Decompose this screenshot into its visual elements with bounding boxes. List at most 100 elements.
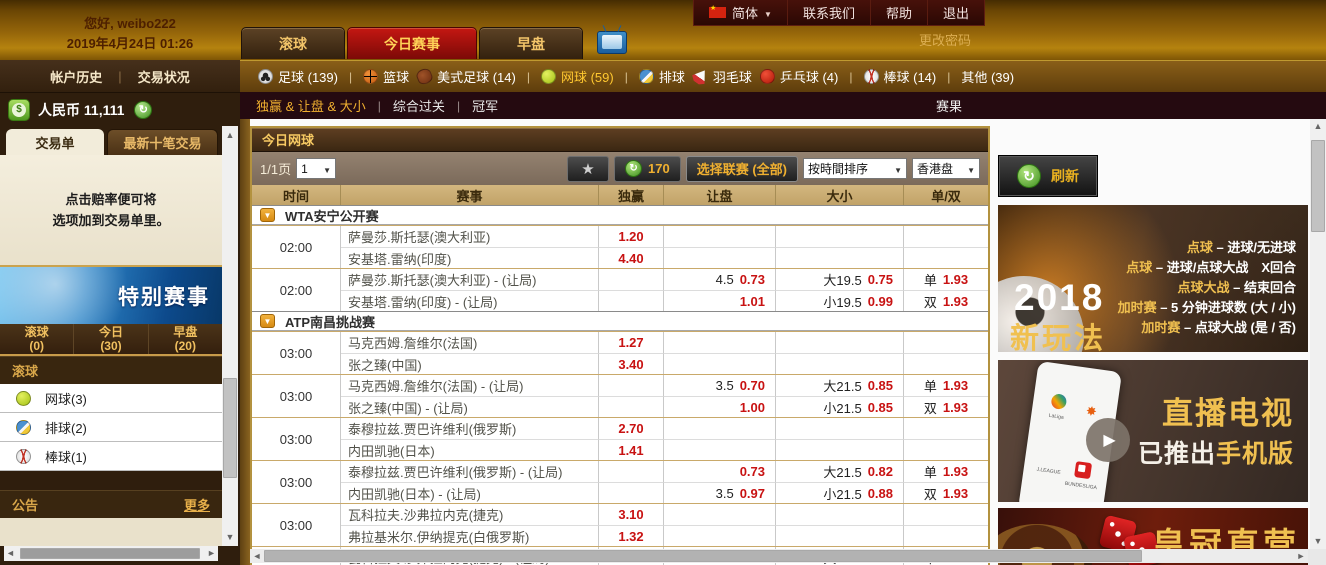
odds-oddeven[interactable]: 双1.93 (904, 396, 988, 417)
sportsnav-item-other[interactable]: 其他 (39) (961, 67, 1014, 86)
odds-moneyline[interactable]: 3.10 (599, 504, 664, 525)
favorites-button[interactable] (567, 156, 609, 182)
page-select[interactable]: 1 (296, 158, 336, 179)
odds-points: 大21.5 (823, 376, 861, 395)
results-link[interactable]: 赛果 (936, 96, 962, 115)
odds-moneyline[interactable]: 1.20 (599, 226, 664, 247)
subnav-parlay[interactable]: 综合过关 (393, 96, 445, 115)
odds-oddeven[interactable]: 单1.93 (904, 375, 988, 396)
sportsnav-item-volleyball[interactable]: 排球 (639, 67, 685, 86)
sportsnav-item-pingpong[interactable]: 乒乓球 (4) (760, 67, 839, 86)
sidebar-count-tab-今日[interactable]: 今日(30) (74, 324, 148, 354)
refresh-button[interactable]: 刷新 (998, 155, 1098, 197)
tab-today[interactable]: 今日赛事 (347, 27, 477, 59)
odds-moneyline[interactable]: 1.27 (599, 332, 664, 353)
sidebar-sport-item[interactable]: 排球(2) (0, 413, 222, 442)
tab-betslip[interactable]: 交易单 (6, 129, 104, 155)
odds-handicap[interactable]: 3.50.97 (664, 482, 776, 503)
sidebar-count-tab-滚球[interactable]: 滚球(0) (0, 324, 74, 354)
odds-moneyline[interactable]: 1.41 (599, 439, 664, 460)
sidebar-horizontal-scrollbar-thumb[interactable] (20, 548, 200, 559)
tab-recent-bets[interactable]: 最新十笔交易 (107, 129, 218, 155)
scroll-right-arrow[interactable]: ► (205, 546, 218, 561)
sidebar-vertical-scrollbar-thumb[interactable] (223, 378, 237, 478)
trade-status-link[interactable]: 交易状况 (138, 67, 190, 86)
sportsnav-item-baseball[interactable]: 棒球 (14) (864, 67, 937, 86)
scroll-down-arrow[interactable]: ▼ (1310, 533, 1326, 549)
odds-value: 1.93 (943, 294, 968, 309)
odds-total[interactable]: 小19.50.99 (776, 290, 904, 311)
collapse-icon[interactable]: ▼ (260, 314, 275, 328)
scroll-left-arrow[interactable]: ◄ (4, 546, 17, 561)
sportsnav-item-amfootball[interactable]: 美式足球 (14) (417, 67, 516, 86)
odds-oddeven (904, 332, 988, 353)
notice-more-link[interactable]: 更多 (184, 495, 210, 514)
odds-moneyline[interactable]: 2.70 (599, 418, 664, 439)
odds-moneyline[interactable]: 4.40 (599, 247, 664, 268)
select-league-button[interactable]: 选择联赛 (全部) (686, 156, 798, 182)
scroll-up-arrow[interactable]: ▲ (1310, 119, 1326, 133)
odds-handicap[interactable]: 1.00 (664, 396, 776, 417)
odds-format-select[interactable]: 香港盘 (912, 158, 980, 179)
odds-oddeven[interactable]: 双1.93 (904, 482, 988, 503)
language-menu[interactable]: 简体 (694, 0, 788, 25)
change-password-link[interactable]: 更改密码 (900, 30, 990, 49)
account-history-link[interactable]: 帐户历史 (50, 67, 102, 86)
page-select-value: 1 (301, 162, 308, 176)
match-row: 03:00马克西姆.詹维尔(法国)1.27张之臻(中国)3.40 (252, 331, 988, 374)
sidebar-sport-item[interactable]: 棒球(1) (0, 442, 222, 471)
odds-oddeven[interactable]: 单1.93 (904, 269, 988, 290)
scroll-left-arrow[interactable]: ◄ (250, 549, 264, 563)
amfootball-icon (415, 67, 435, 87)
sportsnav-item-badminton[interactable]: 羽毛球 (693, 67, 752, 86)
sidebar-sport-item[interactable]: 网球(3) (0, 384, 222, 413)
sort-select[interactable]: 按時間排序 (803, 158, 907, 179)
contact-link[interactable]: 联系我们 (788, 0, 871, 25)
logout-link[interactable]: 退出 (928, 0, 984, 25)
sportsnav-item-tennis[interactable]: 网球 (59) (541, 67, 614, 86)
sidebar-vertical-scrollbar[interactable] (222, 126, 238, 546)
odds-handicap[interactable]: 3.50.70 (664, 375, 776, 396)
odds-total[interactable]: 小21.50.85 (776, 396, 904, 417)
play-icon[interactable] (1086, 418, 1130, 462)
odds-oddeven[interactable]: 单1.93 (904, 461, 988, 482)
table-title: 今日网球 (252, 128, 988, 152)
refresh-balance-icon[interactable] (134, 101, 152, 119)
scroll-right-arrow[interactable]: ► (1294, 549, 1308, 563)
odds-handicap[interactable]: 0.73 (664, 461, 776, 482)
odds-handicap[interactable]: 1.01 (664, 290, 776, 311)
separator (947, 70, 950, 84)
page-vertical-scrollbar-thumb[interactable] (1311, 140, 1325, 232)
scroll-down-arrow[interactable]: ▼ (222, 530, 238, 544)
refresh-countdown: 170 (648, 161, 670, 176)
promo-line-text: – 进球/无进球 (1213, 240, 1296, 255)
scroll-up-arrow[interactable]: ▲ (222, 128, 238, 142)
livetv-subtitle: 已推出手机版 (1138, 434, 1294, 470)
odds-total[interactable]: 大19.50.75 (776, 269, 904, 290)
subnav-outright[interactable]: 冠军 (472, 96, 498, 115)
refresh-count-button[interactable]: 170 (614, 156, 681, 182)
help-link[interactable]: 帮助 (871, 0, 928, 25)
sidebar-sport-label: 棒球(1) (45, 447, 87, 466)
odds-handicap[interactable]: 4.50.73 (664, 269, 776, 290)
live-tv-banner[interactable]: LaLiga ✸ J.LEAGUE BUNDESLIGA 直播电视 已推出手机版 (998, 360, 1308, 502)
tab-live[interactable]: 滚球 (241, 27, 345, 59)
tab-early[interactable]: 早盘 (479, 27, 583, 59)
sportsnav-item-basketball[interactable]: 篮球 (363, 67, 409, 86)
sidebar-count-tab-早盘[interactable]: 早盘(20) (149, 324, 222, 354)
odds-moneyline[interactable]: 3.40 (599, 353, 664, 374)
odds-total[interactable]: 大21.50.85 (776, 375, 904, 396)
tv-icon[interactable] (597, 31, 627, 54)
odds-handicap (664, 525, 776, 546)
odds-moneyline[interactable]: 1.32 (599, 525, 664, 546)
subnav-win-handicap-totals[interactable]: 独赢 & 让盘 & 大小 (256, 96, 366, 115)
special-events-banner[interactable]: 特别赛事 (0, 265, 222, 324)
odds-oddeven[interactable]: 双1.93 (904, 290, 988, 311)
promo-2018-banner[interactable]: 2018 新玩法 点球 – 进球/无进球点球 – 进球/点球大战 X回合点球大战… (998, 205, 1308, 352)
odds-total[interactable]: 小21.50.88 (776, 482, 904, 503)
odds-total[interactable]: 大21.50.82 (776, 461, 904, 482)
sportsnav-item-soccer[interactable]: 足球 (139) (258, 67, 338, 86)
collapse-icon[interactable]: ▼ (260, 208, 275, 222)
main-horizontal-scrollbar-thumb[interactable] (264, 550, 1142, 562)
table-toolbar: 1/1页 1 170 选择联赛 (全部) 按時間排序 香港盘 (252, 152, 988, 185)
